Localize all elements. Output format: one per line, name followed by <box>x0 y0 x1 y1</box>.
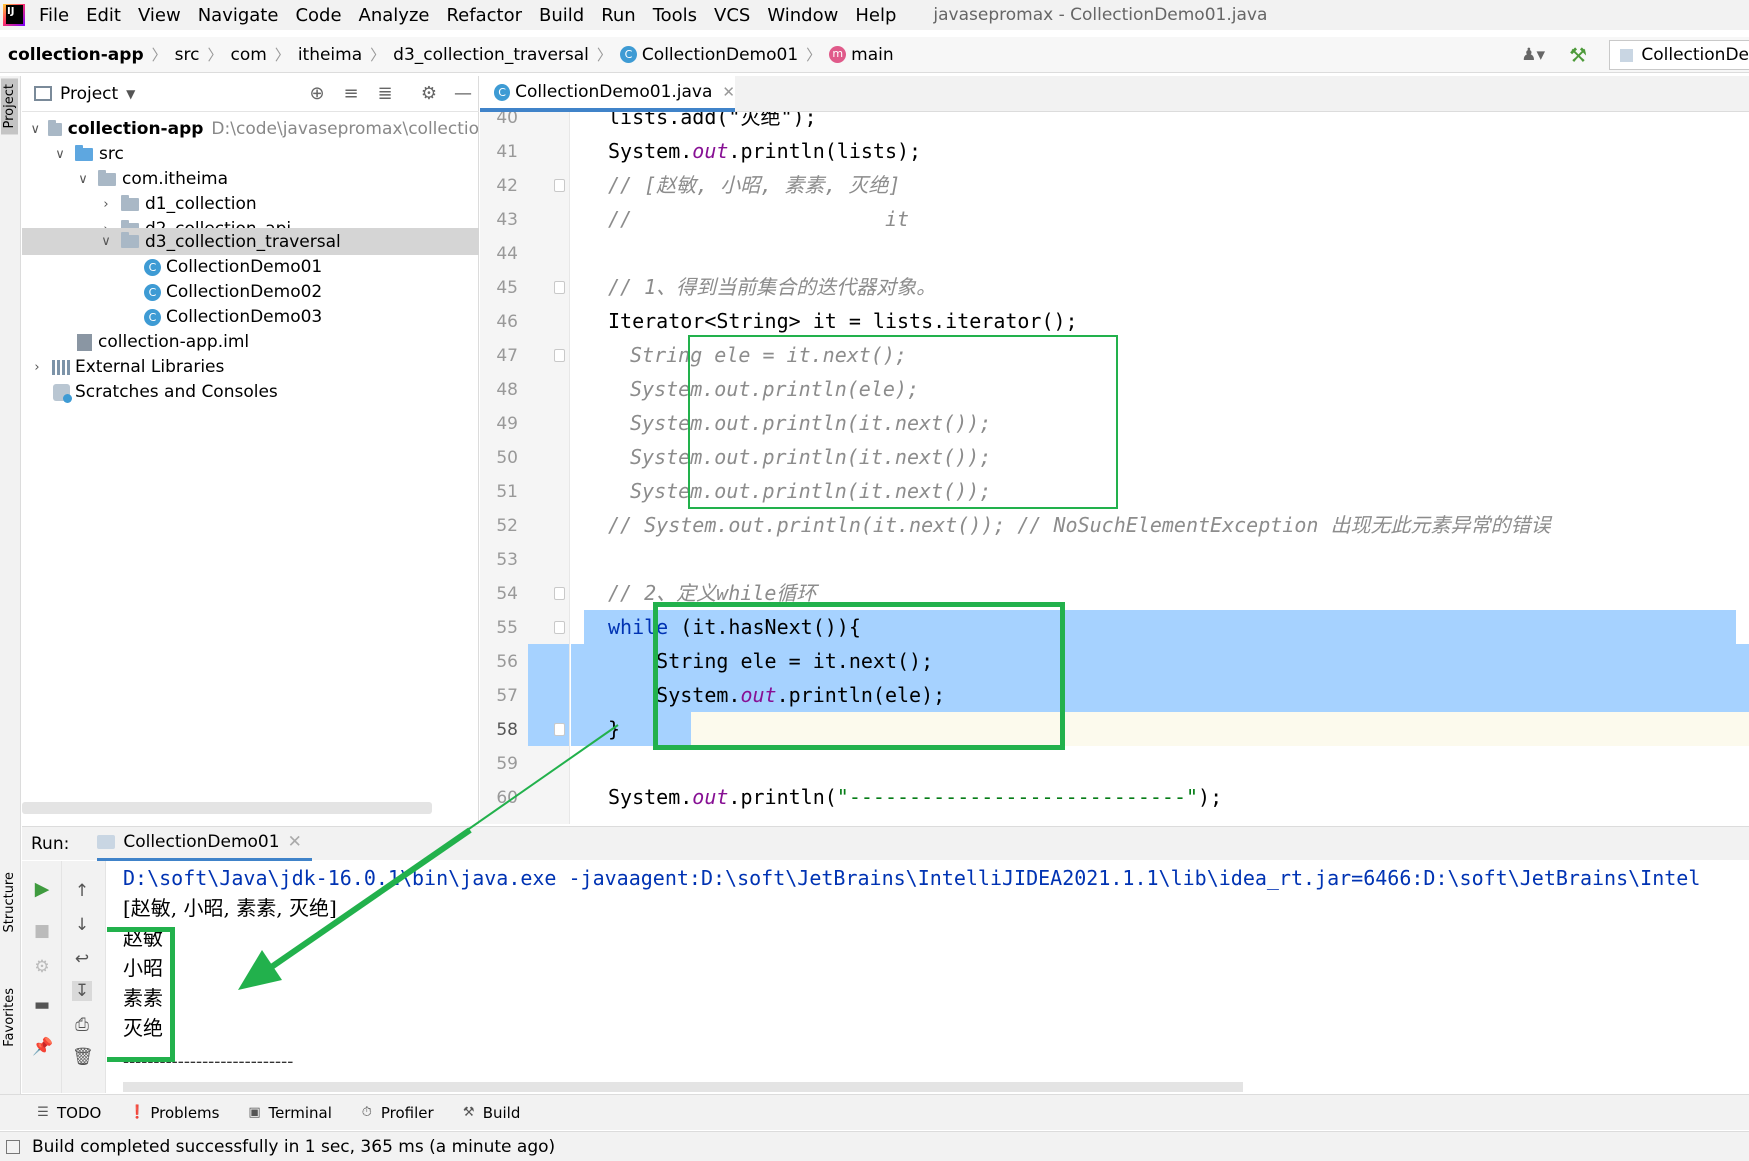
annotation-arrow <box>238 724 619 990</box>
arrow-line-thick <box>268 827 472 971</box>
arrow-head <box>238 950 282 990</box>
